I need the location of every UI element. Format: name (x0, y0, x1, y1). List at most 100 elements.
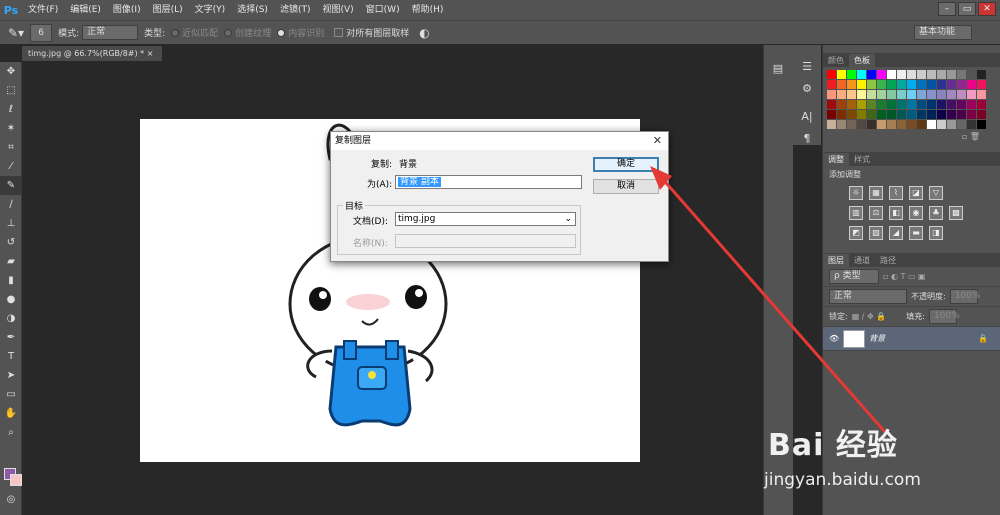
layer-filter-select[interactable]: ρ 类型 (829, 269, 879, 284)
paragraph-panel-icon[interactable]: ¶ (793, 127, 821, 149)
swatch-cell[interactable] (967, 120, 976, 129)
menu-type[interactable]: 文字(Y) (189, 0, 232, 20)
swatch-cell[interactable] (857, 90, 866, 99)
swatch-cell[interactable] (887, 100, 896, 109)
menu-layer[interactable]: 图层(L) (147, 0, 189, 20)
eye-icon[interactable]: 👁 (829, 334, 839, 343)
curves-icon[interactable]: ⌇ (889, 186, 903, 200)
menu-window[interactable]: 窗口(W) (360, 0, 406, 20)
swatch-cell[interactable] (967, 100, 976, 109)
color-balance-icon[interactable]: ⚖ (869, 206, 883, 220)
swatch-cell[interactable] (867, 90, 876, 99)
selective-color-icon[interactable]: ◨ (929, 226, 943, 240)
swatch-cell[interactable] (827, 70, 836, 79)
black-white-icon[interactable]: ◧ (889, 206, 903, 220)
swatch-cell[interactable] (917, 120, 926, 129)
swatch-cell[interactable] (887, 110, 896, 119)
swatch-cell[interactable] (977, 80, 986, 89)
healing-brush-icon[interactable]: ✎▾ (8, 26, 24, 40)
swatch-cell[interactable] (837, 80, 846, 89)
workspace-select[interactable]: 基本功能 (914, 25, 972, 40)
shape-tool-icon[interactable]: ▭ (0, 385, 22, 404)
channel-mixer-icon[interactable]: ♣ (929, 206, 943, 220)
document-tab[interactable]: timg.jpg @ 66.7%(RGB/8#) * × (22, 46, 162, 61)
swatch-cell[interactable] (917, 80, 926, 89)
swatch-cell[interactable] (957, 100, 966, 109)
swatch-cell[interactable] (967, 70, 976, 79)
new-swatch-icon[interactable]: ▫ (962, 132, 967, 141)
swatch-cell[interactable] (867, 100, 876, 109)
lasso-tool-icon[interactable]: ℓ (0, 100, 22, 119)
posterize-icon[interactable]: ▨ (869, 226, 883, 240)
swatch-cell[interactable] (827, 100, 836, 109)
swatch-cell[interactable] (887, 120, 896, 129)
swatch-cell[interactable] (867, 110, 876, 119)
trash-icon[interactable]: 🗑 (970, 132, 980, 141)
swatch-cell[interactable] (957, 90, 966, 99)
swatch-cell[interactable] (867, 80, 876, 89)
swatch-cell[interactable] (927, 120, 936, 129)
swatch-cell[interactable] (837, 120, 846, 129)
hand-tool-icon[interactable]: ✋ (0, 404, 22, 423)
document-select[interactable]: timg.jpg ⌄ (395, 212, 576, 226)
lock-icons[interactable]: ▦ ∕ ✥ 🔒 (852, 312, 887, 321)
levels-icon[interactable]: ▦ (869, 186, 883, 200)
tab-adjustments[interactable]: 调整 (823, 153, 849, 166)
content-aware-radio[interactable] (277, 28, 286, 37)
swatch-cell[interactable] (907, 100, 916, 109)
swatch-cell[interactable] (877, 80, 886, 89)
dialog-close-icon[interactable]: ✕ (653, 132, 662, 150)
swatch-cell[interactable] (947, 90, 956, 99)
swatch-cell[interactable] (877, 70, 886, 79)
swatch-cell[interactable] (847, 120, 856, 129)
swatch-cell[interactable] (827, 90, 836, 99)
swatch-cell[interactable] (927, 70, 936, 79)
menu-select[interactable]: 选择(S) (231, 0, 274, 20)
menu-file[interactable]: 文件(F) (22, 0, 64, 20)
type-tool-icon[interactable]: T (0, 347, 22, 366)
background-color-swatch[interactable] (10, 474, 22, 486)
swatch-cell[interactable] (857, 100, 866, 109)
swatch-cell[interactable] (897, 90, 906, 99)
clone-source-icon[interactable]: ⚙ (793, 77, 821, 99)
swatch-cell[interactable] (897, 70, 906, 79)
swatch-cell[interactable] (967, 90, 976, 99)
swatch-cell[interactable] (837, 110, 846, 119)
layer-row-background[interactable]: 👁 背景 🔒 (823, 327, 1000, 351)
filter-icons[interactable]: ▫ ◐ T ▭ ▣ (883, 272, 926, 281)
quick-mask-icon[interactable]: ◎ (0, 490, 22, 509)
swatch-cell[interactable] (957, 120, 966, 129)
swatch-cell[interactable] (897, 120, 906, 129)
swatch-cell[interactable] (827, 80, 836, 89)
swatch-cell[interactable] (837, 70, 846, 79)
menu-help[interactable]: 帮助(H) (406, 0, 450, 20)
hue-saturation-icon[interactable]: ▥ (849, 206, 863, 220)
threshold-icon[interactable]: ◢ (889, 226, 903, 240)
as-input[interactable]: 背景 副本 (395, 175, 582, 189)
brush-tool-icon[interactable]: ∕ (0, 195, 22, 214)
invert-icon[interactable]: ◩ (849, 226, 863, 240)
swatch-cell[interactable] (847, 110, 856, 119)
ok-button[interactable]: 确定 (593, 157, 659, 172)
crop-tool-icon[interactable]: ⌗ (0, 138, 22, 157)
swatch-cell[interactable] (947, 100, 956, 109)
dodge-tool-icon[interactable]: ◑ (0, 309, 22, 328)
brush-size-picker[interactable]: 6 (30, 23, 53, 42)
swatch-cell[interactable] (847, 90, 856, 99)
photo-filter-icon[interactable]: ◉ (909, 206, 923, 220)
healing-brush-tool-icon[interactable]: ✎ (0, 176, 22, 195)
swatch-cell[interactable] (857, 120, 866, 129)
tab-color[interactable]: 颜色 (823, 54, 849, 67)
swatch-cell[interactable] (977, 100, 986, 109)
swatch-cell[interactable] (827, 110, 836, 119)
minimize-button[interactable]: – (938, 2, 956, 16)
path-selection-tool-icon[interactable]: ➤ (0, 366, 22, 385)
swatch-cell[interactable] (857, 110, 866, 119)
swatch-cell[interactable] (917, 70, 926, 79)
swatch-cell[interactable] (927, 100, 936, 109)
swatch-cell[interactable] (977, 70, 986, 79)
exposure-icon[interactable]: ◪ (909, 186, 923, 200)
swatch-cell[interactable] (967, 80, 976, 89)
swatch-cell[interactable] (847, 100, 856, 109)
tab-layers[interactable]: 图层 (823, 254, 849, 267)
